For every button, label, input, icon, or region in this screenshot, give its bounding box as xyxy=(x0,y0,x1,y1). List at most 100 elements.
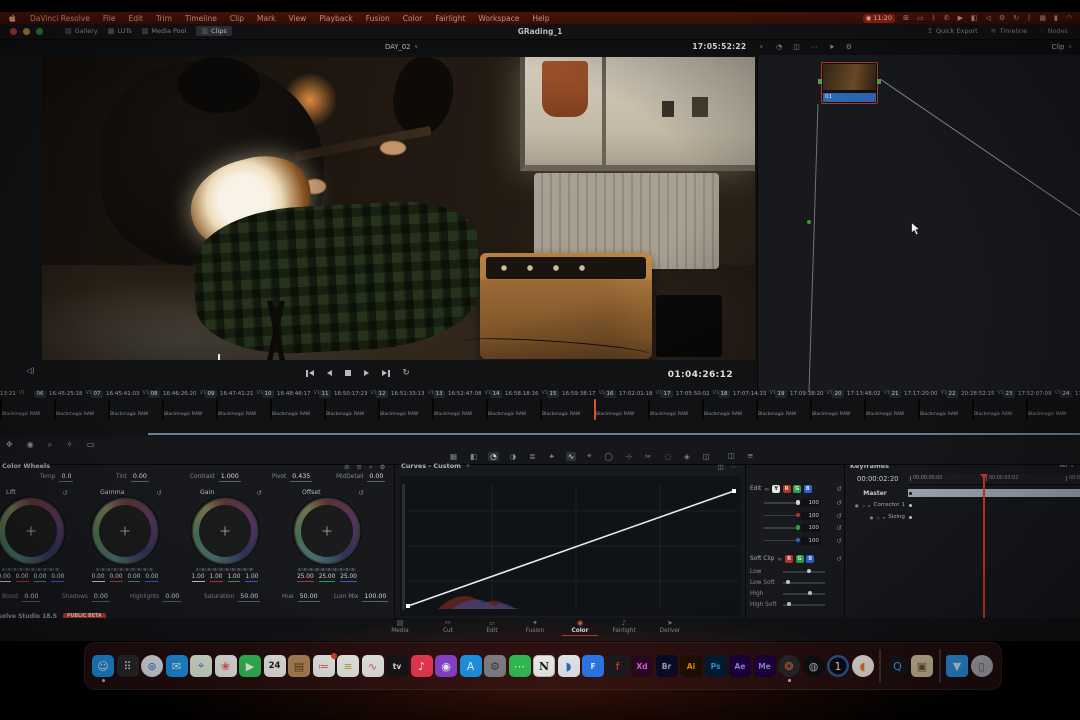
slider-handle[interactable] xyxy=(807,591,812,596)
adobe-after-effects-icon[interactable]: Ae xyxy=(729,655,751,677)
menu-item[interactable]: Color xyxy=(403,14,423,23)
battery-icon[interactable]: ▮ xyxy=(1054,14,1058,23)
titlebar-button[interactable]: ▤ Gallery xyxy=(65,26,98,36)
reset-icon[interactable]: ↺ xyxy=(257,489,262,497)
safari-icon[interactable]: ⊛ xyxy=(141,655,163,677)
wheel-red-value[interactable]: 25.00 xyxy=(297,574,314,582)
quicktime-icon[interactable]: Q xyxy=(886,655,909,677)
menu-item[interactable]: Mark xyxy=(257,14,276,23)
grade-parameter[interactable]: Boost 0.00 xyxy=(2,593,41,602)
timeline-thumbnail[interactable]: Blackmagic RAW xyxy=(378,399,432,434)
node-output-port[interactable] xyxy=(877,79,881,84)
reset-icon[interactable]: ↺ xyxy=(837,499,842,507)
align-icon[interactable]: ≡ xyxy=(356,463,361,472)
keyframe-track-row[interactable]: ● ◇ ▸ Corrector 1 xyxy=(845,499,1080,511)
menu-item[interactable]: Edit xyxy=(128,14,143,23)
menu-item[interactable]: DaVinci Resolve xyxy=(30,14,90,23)
step-forward-button[interactable] xyxy=(381,369,390,377)
phone-icon[interactable]: ✆ xyxy=(944,14,950,23)
launchpad-icon[interactable]: ⠿ xyxy=(116,655,139,677)
menu-item[interactable]: Clip xyxy=(230,14,244,23)
wheel-blue-value[interactable]: 0.00 xyxy=(51,574,65,582)
motion-effects-icon[interactable]: ✦ xyxy=(547,452,557,461)
more-icon[interactable]: ⋯ xyxy=(811,43,818,51)
keyframe-lane[interactable] xyxy=(908,513,1080,521)
zoom-icon[interactable]: ⌕ xyxy=(48,440,52,450)
curve-channel-button[interactable]: R xyxy=(785,555,794,563)
titlebar-button[interactable]: ↥ Quick Export xyxy=(927,27,978,35)
settings-icon[interactable]: ⚙ xyxy=(380,463,386,472)
keyframe-lane[interactable] xyxy=(908,501,1080,509)
palette-icon[interactable]: ◔ xyxy=(776,43,782,51)
volume-icon[interactable]: ◁ xyxy=(986,14,991,23)
reset-icon[interactable]: ↺ xyxy=(157,489,162,497)
downloads-folder-icon[interactable]: ▼ xyxy=(946,655,968,677)
wheel-red-value[interactable]: 0.00 xyxy=(109,574,123,582)
app-store-icon[interactable]: A xyxy=(459,655,482,677)
tracker-icon[interactable]: ⊹ xyxy=(624,452,634,461)
channel-track[interactable] xyxy=(764,500,800,505)
timeline-selector[interactable]: DAY_02 ∨ xyxy=(385,43,418,51)
reset-icon[interactable]: ↺ xyxy=(359,489,364,497)
clip-index-item[interactable]: 11 16:50:17:23 V1 xyxy=(319,389,377,398)
keyframe-dot[interactable] xyxy=(909,503,912,507)
menu-item[interactable]: Trim xyxy=(156,14,172,23)
apple-tv-icon[interactable]: tv xyxy=(386,655,408,677)
clip-index-item[interactable]: 15 16:59:38:17 V1 xyxy=(547,389,605,398)
titlebar-button[interactable]: ▦ LUTs xyxy=(108,26,132,36)
timeline-thumbnail[interactable]: Blackmagic RAW xyxy=(432,399,486,434)
reset-icon[interactable]: ↺ xyxy=(837,512,842,520)
parameter-value[interactable]: 100.00 xyxy=(362,593,389,602)
menu-item[interactable]: Fusion xyxy=(366,14,390,23)
playhead[interactable] xyxy=(980,474,987,618)
grade-parameter[interactable]: Shadows 0.00 xyxy=(62,593,110,602)
clip-index-item[interactable]: 22 20:28:52:15 V1 xyxy=(946,389,1004,398)
bluetooth-audio-icon[interactable]: ᛒ xyxy=(1027,14,1031,23)
apple-menu-icon[interactable] xyxy=(8,13,17,23)
clip-index-item[interactable]: 09 16:47:41:21 V1 xyxy=(205,389,263,398)
wheel-master-value[interactable]: 1.00 xyxy=(191,574,205,582)
notion-icon[interactable]: N xyxy=(533,655,555,677)
adobe-bridge-icon[interactable]: Br xyxy=(655,655,678,677)
clip-index-item[interactable]: 12 16:51:33:13 V1 xyxy=(376,389,434,398)
channel-track[interactable] xyxy=(764,512,800,518)
track-icons[interactable]: ● ◇ ▸ xyxy=(855,503,872,508)
parameter-value[interactable]: 0.00 xyxy=(22,593,41,602)
clip-index-item[interactable]: 23 17:52:07:09 V1 xyxy=(1003,389,1061,398)
wheel-master-value[interactable]: 0.00 xyxy=(91,574,105,582)
parameter-value[interactable]: 0.00 xyxy=(163,593,182,602)
magic-mask-icon[interactable]: ✂ xyxy=(643,452,653,461)
clip-index-item[interactable]: 10 16:48:46:17 V1 xyxy=(262,389,320,398)
clip-index-item[interactable]: 14 16:58:18:16 V1 xyxy=(490,389,548,398)
parameter-value[interactable]: 1.000 xyxy=(218,473,241,482)
reset-icon[interactable]: ↺ xyxy=(837,537,842,545)
channel-dot[interactable] xyxy=(795,525,800,530)
menu-item[interactable]: Fairlight xyxy=(435,14,465,23)
timeline-thumbnail[interactable]: Blackmagic RAW xyxy=(270,399,324,434)
parameter-value[interactable]: 0.00 xyxy=(130,473,149,482)
screen-mirroring-icon[interactable]: ⊞ xyxy=(903,14,909,23)
reset-icon[interactable]: ↺ xyxy=(837,524,842,532)
wheel-green-value[interactable]: 0.00 xyxy=(127,574,141,582)
channel-value[interactable]: 100 xyxy=(801,511,821,520)
grade-parameter[interactable]: MidDetail 0.00 xyxy=(336,473,386,482)
pan-icon[interactable]: ✥ xyxy=(6,440,13,450)
keyframe-dot[interactable] xyxy=(909,515,912,519)
qualifier-icon[interactable]: ⌖ xyxy=(585,451,593,461)
master-wheel-slider[interactable] xyxy=(298,568,356,571)
layout-icon[interactable]: ◫ xyxy=(717,463,723,471)
slider-handle[interactable] xyxy=(786,580,791,585)
music-icon[interactable]: ♪ xyxy=(410,655,433,677)
zoom-window-button[interactable] xyxy=(36,27,43,35)
color-match-icon[interactable]: ◧ xyxy=(468,452,479,461)
curve-graph[interactable] xyxy=(400,476,741,616)
curve-channel-button[interactable]: G xyxy=(795,555,804,563)
split-screen-icon[interactable]: ◫ xyxy=(793,43,800,51)
titlebar-button[interactable]: ∴ Nodes xyxy=(1040,27,1068,35)
play-button[interactable] xyxy=(363,369,369,377)
channel-value[interactable]: 100 xyxy=(801,536,821,545)
master-wheel-slider[interactable] xyxy=(96,568,154,571)
minimize-window-button[interactable] xyxy=(23,27,30,35)
wheel-green-value[interactable]: 25.00 xyxy=(318,574,336,582)
link-icon[interactable]: ∞ xyxy=(764,486,769,493)
